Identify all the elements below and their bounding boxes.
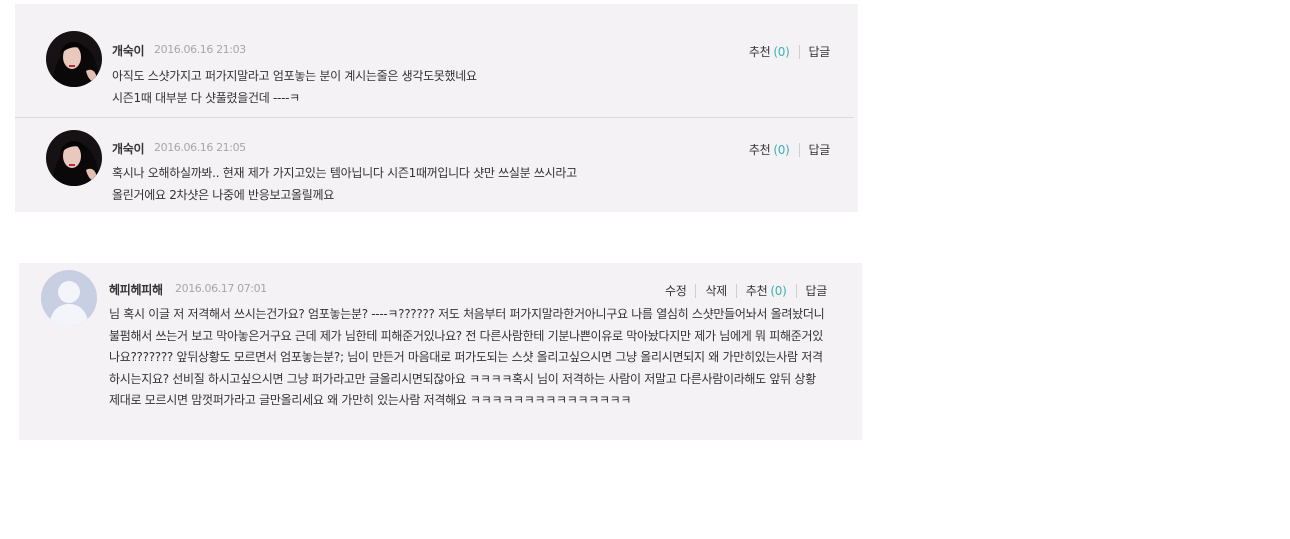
comment-body: 혹시나 오해하실까봐.. 현재 제가 가지고있는 템아닙니다 시즌1때꺼입니다 … [112,163,832,206]
comment-body-line: 시즌1때 대부분 다 샷풀렸을건데 ----ㅋ [112,90,300,105]
edit-button[interactable]: 수정 [665,282,687,299]
comment-actions: 추천 (0) 답글 [749,141,830,158]
action-divider [798,44,800,59]
recommend-button[interactable]: 추천 (0) [749,43,790,60]
action-divider [798,142,800,157]
comment-item: 개숙이 2016.06.16 21:03 추천 (0) 답글 아직도 스샷가지고 … [15,4,858,117]
recommend-button[interactable]: 추천 (0) [746,282,787,299]
comment-actions: 추천 (0) 답글 [749,43,830,60]
avatar[interactable] [46,130,102,186]
recommend-count: (0) [770,284,787,298]
comment-item: 개숙이 2016.06.16 21:05 추천 (0) 답글 혹시나 오해하실까봐… [15,118,858,212]
recommend-label: 추천 [745,284,768,298]
comment-date: 2016.06.16 21:05 [154,141,246,154]
comment-body-line: 아직도 스샷가지고 퍼가지말라고 엄포놓는 분이 계시는줄은 생각도못했네요 [112,69,477,83]
reply-button[interactable]: 답글 [809,43,831,60]
action-divider [695,283,697,298]
recommend-count: (0) [773,45,790,59]
action-divider [735,283,737,298]
avatar[interactable] [46,31,102,87]
comment-author[interactable]: 개숙이 [112,140,145,157]
comment-author[interactable]: 개숙이 [112,42,145,59]
comment-body: 아직도 스샷가지고 퍼가지말라고 엄포놓는 분이 계시는줄은 생각도못했네요 시… [112,66,832,109]
default-avatar-icon[interactable] [41,270,97,326]
reply-button[interactable]: 답글 [806,282,828,299]
recommend-count: (0) [773,143,790,157]
comment-body: 님 혹시 이글 저 저격해서 쓰시는건가요? 엄포놓는분? ----ㅋ?????… [109,307,825,407]
recommend-label: 추천 [748,45,771,59]
comment-date: 2016.06.16 21:03 [154,43,246,56]
action-divider [795,283,797,298]
reply-button[interactable]: 답글 [809,141,831,158]
comment-thread-panel: 개숙이 2016.06.16 21:03 추천 (0) 답글 아직도 스샷가지고 … [15,4,858,212]
comment-actions: 수정 삭제 추천 (0) 답글 [665,282,827,299]
recommend-label: 추천 [748,143,771,157]
delete-button[interactable]: 삭제 [705,282,727,299]
comment-item: 헤피헤피해 2016.06.17 07:01 수정 삭제 추천 (0) 답글 님 … [19,263,862,440]
recommend-button[interactable]: 추천 (0) [749,141,790,158]
comment-thread-panel: 헤피헤피해 2016.06.17 07:01 수정 삭제 추천 (0) 답글 님 … [19,263,862,440]
comment-author[interactable]: 헤피헤피해 [109,281,163,298]
comment-body-line: 혹시나 오해하실까봐.. 현재 제가 가지고있는 템아닙니다 시즌1때꺼입니다 … [112,166,577,180]
comment-body-line: 올린거에요 2차샷은 나중에 반응보고올릴께요 [112,187,334,202]
comment-date: 2016.06.17 07:01 [175,282,267,295]
